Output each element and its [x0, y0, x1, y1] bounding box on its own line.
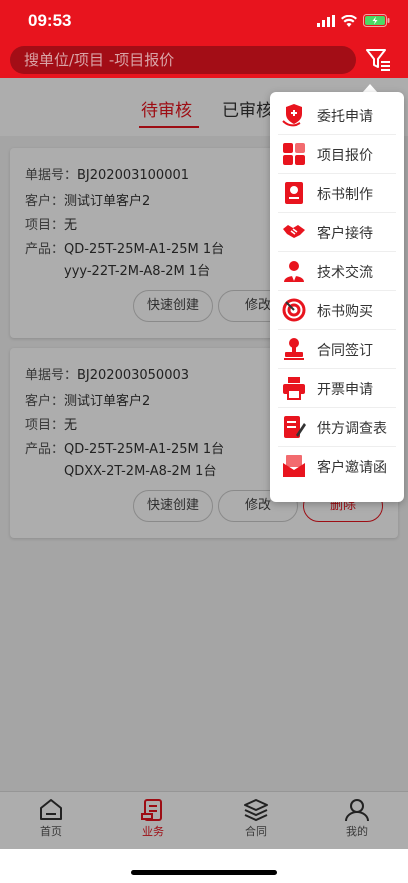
wifi-icon — [341, 14, 357, 27]
menu-item-invoice-apply[interactable]: 开票申请 — [270, 369, 404, 407]
menu-item-bid-purchase[interactable]: 标书购买 — [270, 291, 404, 329]
menu-item-customer-reception[interactable]: 客户接待 — [270, 213, 404, 251]
shield-hand-icon — [282, 104, 302, 127]
target-icon — [282, 298, 306, 322]
menu-item-bid-prepare[interactable]: 标书制作 — [270, 174, 404, 212]
quick-menu: 委托申请 项目报价 标书制作 客户接待 技术交流 标书购买 合同签订 开票申请 … — [270, 92, 404, 502]
menu-item-label: 标书购买 — [317, 304, 373, 320]
menu-item-label: 委托申请 — [317, 109, 373, 125]
envelope-icon — [283, 455, 305, 477]
menu-item-project-quote[interactable]: 项目报价 — [270, 135, 404, 173]
menu-item-label: 客户接待 — [317, 226, 373, 242]
signal-icon — [317, 14, 335, 27]
dim-overlay-tabbar[interactable] — [0, 791, 408, 849]
search-bar: 搜单位/项目 -项目报价 — [0, 42, 408, 78]
status-bar: 09:53 — [0, 0, 408, 42]
filter-button[interactable] — [364, 47, 394, 73]
menu-item-label: 供方调查表 — [317, 421, 387, 437]
battery-icon — [363, 14, 390, 27]
printer-icon — [283, 377, 305, 400]
menu-item-label: 开票申请 — [317, 382, 373, 398]
menu-item-label: 标书制作 — [317, 187, 373, 203]
menu-item-label: 技术交流 — [317, 265, 373, 281]
menu-item-delegate-apply[interactable]: 委托申请 — [270, 96, 404, 134]
filter-menu-icon — [366, 49, 390, 71]
menu-item-supplier-survey[interactable]: 供方调查表 — [270, 408, 404, 446]
menu-item-label: 项目报价 — [317, 148, 373, 164]
menu-item-tech-exchange[interactable]: 技术交流 — [270, 252, 404, 290]
status-icons — [317, 14, 390, 27]
menu-item-customer-invitation[interactable]: 客户邀请函 — [270, 447, 404, 485]
menu-item-label: 合同签订 — [317, 343, 373, 359]
stamp-icon — [284, 338, 304, 360]
menu-item-label: 客户邀请函 — [317, 460, 387, 476]
home-indicator-area — [0, 849, 408, 883]
grid-icon — [283, 143, 305, 165]
home-indicator[interactable] — [131, 870, 277, 875]
handshake-icon — [283, 225, 305, 238]
person-icon — [284, 261, 304, 282]
status-time: 09:53 — [28, 11, 72, 30]
menu-item-contract-sign[interactable]: 合同签订 — [270, 330, 404, 368]
survey-icon — [284, 416, 306, 438]
search-input[interactable]: 搜单位/项目 -项目报价 — [10, 46, 356, 74]
document-badge-icon — [285, 182, 303, 204]
